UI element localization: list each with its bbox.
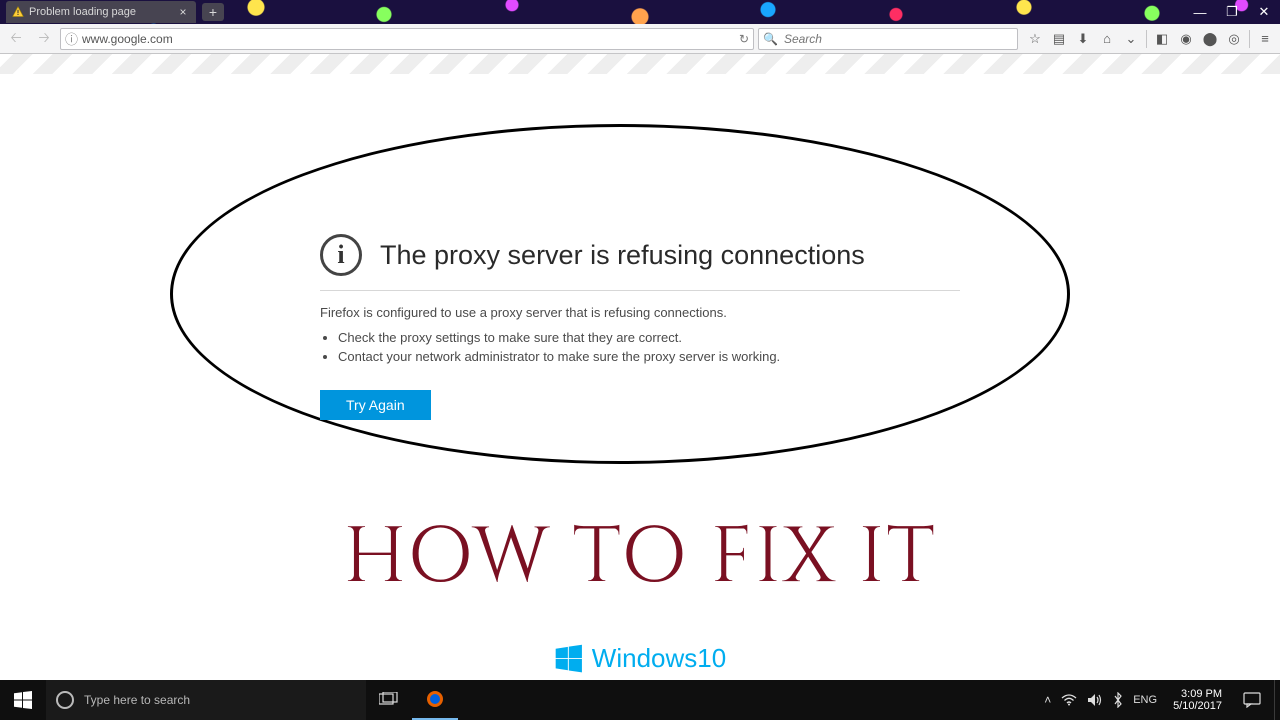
toolbar-divider xyxy=(1146,30,1147,48)
taskbar: Type here to search ˄ ENG 3:09 PM 5/10/2… xyxy=(0,680,1280,720)
tray-overflow-icon[interactable]: ˄ xyxy=(1044,693,1051,707)
error-subtitle: Firefox is configured to use a proxy ser… xyxy=(320,305,960,320)
page-content: i The proxy server is refusing connectio… xyxy=(0,74,1280,680)
error-suggestions: Check the proxy settings to make sure th… xyxy=(320,330,960,364)
home-icon[interactable]: ⌂ xyxy=(1096,28,1118,50)
tab-close-icon[interactable]: × xyxy=(176,5,190,19)
window-minimize-icon[interactable]: — xyxy=(1184,0,1216,24)
tray-language[interactable]: ENG xyxy=(1133,694,1157,706)
search-input[interactable] xyxy=(782,31,1013,47)
window-close-icon[interactable]: ✕ xyxy=(1248,0,1280,24)
error-panel: i The proxy server is refusing connectio… xyxy=(320,234,960,420)
taskbar-clock[interactable]: 3:09 PM 5/10/2017 xyxy=(1165,688,1230,712)
nav-back-icon: 🡠 xyxy=(4,27,28,51)
downloads-icon[interactable]: ⬇ xyxy=(1072,28,1094,50)
browser-navbar: 🡠 🡢 ⓘ www.google.com ↻ 🔍 ☆ ▤ ⬇ ⌂ ⌄ ◧ ◉ ⬤… xyxy=(0,24,1280,54)
url-bar[interactable]: ⓘ www.google.com ↻ xyxy=(60,28,754,50)
windows10-label: Windows10 xyxy=(592,643,726,674)
new-tab-button[interactable]: + xyxy=(202,3,224,21)
window-titlebar: Problem loading page × + — ❐ ✕ xyxy=(0,0,1280,24)
windows10-badge: Windows10 xyxy=(540,639,740,678)
search-bar[interactable]: 🔍 xyxy=(758,28,1018,50)
tray-bluetooth-icon[interactable] xyxy=(1113,692,1123,708)
reload-icon[interactable]: ↻ xyxy=(739,32,749,46)
bookmark-star-icon[interactable]: ☆ xyxy=(1024,28,1046,50)
addon2-icon[interactable]: ◉ xyxy=(1175,28,1197,50)
toolbar-divider-2 xyxy=(1249,30,1250,48)
tray-volume-icon[interactable] xyxy=(1087,693,1103,707)
taskbar-app-firefox[interactable] xyxy=(412,680,458,720)
progress-stripe xyxy=(0,54,1280,74)
info-icon: i xyxy=(320,234,362,276)
error-bullet: Contact your network administrator to ma… xyxy=(338,349,960,364)
addon1-icon[interactable]: ◧ xyxy=(1151,28,1173,50)
tab-title: Problem loading page xyxy=(29,6,176,18)
clock-time: 3:09 PM xyxy=(1173,688,1222,700)
try-again-button[interactable]: Try Again xyxy=(320,390,431,420)
search-icon: 🔍 xyxy=(763,32,778,46)
show-desktop-button[interactable] xyxy=(1274,680,1280,720)
reader-icon[interactable]: ▤ xyxy=(1048,28,1070,50)
pocket-icon[interactable]: ⌄ xyxy=(1120,28,1142,50)
warning-icon xyxy=(12,6,24,18)
hamburger-menu-icon[interactable]: ≡ xyxy=(1254,28,1276,50)
start-button[interactable] xyxy=(0,680,46,720)
site-identity-icon[interactable]: ⓘ xyxy=(65,29,78,48)
error-bullet: Check the proxy settings to make sure th… xyxy=(338,330,960,345)
cortana-placeholder: Type here to search xyxy=(84,693,190,707)
annotation-how-to-fix: HOW TO FIX IT xyxy=(0,506,1280,611)
cortana-search[interactable]: Type here to search xyxy=(46,680,366,720)
windows-logo-icon xyxy=(554,644,584,674)
window-restore-icon[interactable]: ❐ xyxy=(1216,0,1248,24)
error-title: The proxy server is refusing connections xyxy=(380,240,865,271)
task-view-icon[interactable] xyxy=(366,680,412,720)
addon3-icon[interactable]: ⬤ xyxy=(1199,28,1221,50)
system-tray: ˄ ENG xyxy=(1036,692,1165,708)
action-center-icon[interactable] xyxy=(1230,680,1274,720)
tray-network-icon[interactable] xyxy=(1061,694,1077,706)
addon4-icon[interactable]: ◎ xyxy=(1223,28,1245,50)
clock-date: 5/10/2017 xyxy=(1173,700,1222,712)
url-text: www.google.com xyxy=(82,32,739,46)
browser-tab[interactable]: Problem loading page × xyxy=(6,1,196,23)
nav-forward-icon: 🡢 xyxy=(32,27,56,51)
cortana-icon xyxy=(56,691,74,709)
